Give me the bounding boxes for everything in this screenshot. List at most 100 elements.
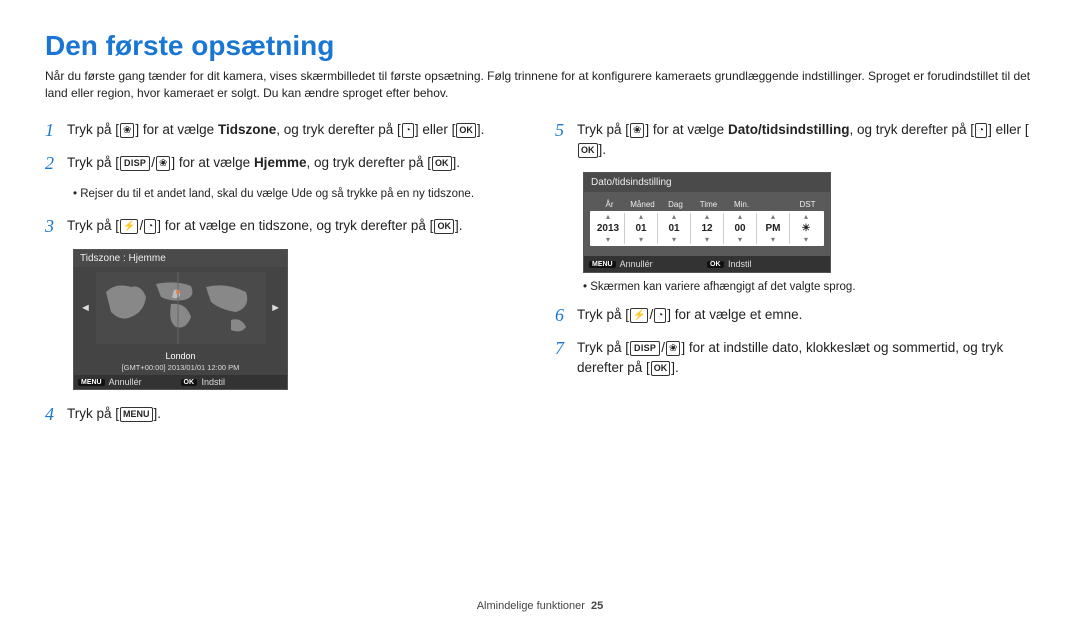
date-header: Dato/tidsindstilling xyxy=(584,173,830,192)
step-5: 5 Tryk på [❀] for at vælge Dato/tidsinds… xyxy=(555,120,1035,161)
spinner-hour[interactable]: ▴12▾ xyxy=(691,213,724,244)
step-2-bullet: Rejser du til et andet land, skal du væl… xyxy=(73,186,525,202)
ok-icon: OK xyxy=(651,361,671,376)
tz-gmt: [GMT+00:00] 2013/01/01 12:00 PM xyxy=(74,363,287,375)
left-column: 1 Tryk på [❀] for at vælge Tidszone, og … xyxy=(45,120,525,437)
step-5-note: Skærmen kan variere afhængigt af det val… xyxy=(583,281,1035,293)
step-number: 2 xyxy=(45,153,67,174)
step-number: 5 xyxy=(555,120,577,141)
page-footer: Almindelige funktioner 25 xyxy=(0,600,1080,612)
left-arrow-icon[interactable]: ◄ xyxy=(80,302,91,314)
footer-section: Almindelige funktioner xyxy=(477,600,585,612)
step-number: 3 xyxy=(45,216,67,237)
text: , og tryk derefter på [ xyxy=(306,155,431,170)
step-2: 2 Tryk på [DISP/❀] for at vælge Hjemme, … xyxy=(45,153,525,174)
spinner-day[interactable]: ▴01▾ xyxy=(658,213,691,244)
step-number: 4 xyxy=(45,404,67,425)
bold-word-datotid: Dato/tidsindstilling xyxy=(728,122,850,137)
spinner-month[interactable]: ▴01▾ xyxy=(625,213,658,244)
datetime-screenshot: Dato/tidsindstilling År Måned Dag Time M… xyxy=(583,172,831,273)
timer-icon: ◔ xyxy=(402,123,414,138)
spinner-minute[interactable]: ▴00▾ xyxy=(724,213,757,244)
spinner-ampm[interactable]: ▴PM▾ xyxy=(757,213,790,244)
timer-icon: ◔ xyxy=(975,123,987,138)
flash-icon: ⚡ xyxy=(630,308,648,323)
menu-badge-icon: MENU xyxy=(589,261,616,268)
right-column: 5 Tryk på [❀] for at vælge Dato/tidsinds… xyxy=(555,120,1035,437)
step-7: 7 Tryk på [DISP/❀] for at indstille dato… xyxy=(555,338,1035,379)
step-number: 6 xyxy=(555,305,577,326)
world-map-icon xyxy=(96,272,266,344)
cancel-label: Annullér xyxy=(109,377,142,387)
menu-badge-icon: MENU xyxy=(78,379,105,386)
page-title: Den første opsætning xyxy=(45,30,1035,62)
ok-icon: OK xyxy=(434,219,454,234)
disp-icon: DISP xyxy=(630,341,660,356)
step-3: 3 Tryk på [⚡/◔] for at vælge en tidszone… xyxy=(45,216,525,237)
intro-text: Når du første gang tænder for dit kamera… xyxy=(45,68,1035,102)
timer-icon: ◔ xyxy=(654,308,666,323)
spinner-dst[interactable]: ▴☀▾ xyxy=(790,213,822,244)
text: ] eller [ xyxy=(988,122,1029,137)
slash: / xyxy=(661,340,665,355)
col-dst: DST xyxy=(791,200,824,209)
slash: / xyxy=(649,307,653,322)
slash: / xyxy=(139,218,143,233)
text: ]. xyxy=(477,122,485,137)
bold-word-hjemme: Hjemme xyxy=(254,155,307,170)
ok-badge-icon: OK xyxy=(707,261,724,268)
col-time: Time xyxy=(692,200,725,209)
bold-word-tidszone: Tidszone xyxy=(218,122,276,137)
col-dag: Dag xyxy=(659,200,692,209)
col-min: Min. xyxy=(725,200,758,209)
map-area: ◄ ► xyxy=(74,267,287,349)
text: Tryk på [ xyxy=(67,406,119,421)
set-label: Indstil xyxy=(202,377,226,387)
step-1: 1 Tryk på [❀] for at vælge Tidszone, og … xyxy=(45,120,525,141)
timer-icon: ◔ xyxy=(144,219,156,234)
text: Tryk på [ xyxy=(577,122,629,137)
text: , og tryk derefter på [ xyxy=(849,122,974,137)
text: Tryk på [ xyxy=(577,340,629,355)
text: ]. xyxy=(671,360,679,375)
text: ]. xyxy=(453,155,461,170)
text: ]. xyxy=(599,142,607,157)
right-arrow-icon[interactable]: ► xyxy=(270,302,281,314)
timezone-screenshot: Tidszone : Hjemme ◄ ► London [GMT+00:00]… xyxy=(73,249,288,390)
text: Tryk på [ xyxy=(67,155,119,170)
text: ] for at vælge xyxy=(171,155,254,170)
set-label: Indstil xyxy=(728,259,752,269)
text: Tryk på [ xyxy=(577,307,629,322)
tz-header: Tidszone : Hjemme xyxy=(74,250,287,267)
menu-icon: MENU xyxy=(120,407,153,422)
footer-page: 25 xyxy=(591,600,603,612)
ok-icon: OK xyxy=(456,123,476,138)
cancel-label: Annullér xyxy=(620,259,653,269)
date-spinners: ▴2013▾ ▴01▾ ▴01▾ ▴12▾ ▴00▾ ▴PM▾ ▴☀▾ xyxy=(590,211,824,246)
text: , og tryk derefter på [ xyxy=(276,122,401,137)
text: Tryk på [ xyxy=(67,122,119,137)
spinner-year[interactable]: ▴2013▾ xyxy=(592,213,625,244)
col-empty xyxy=(758,200,791,209)
flower-icon: ❀ xyxy=(630,123,644,138)
col-maned: Måned xyxy=(626,200,659,209)
flower-icon: ❀ xyxy=(156,156,170,171)
col-ar: År xyxy=(593,200,626,209)
flash-icon: ⚡ xyxy=(120,219,138,234)
date-footer: MENU Annullér OK Indstil xyxy=(584,256,830,272)
flower-icon: ❀ xyxy=(666,341,680,356)
text: Tryk på [ xyxy=(67,218,119,233)
text: ]. xyxy=(154,406,162,421)
text: ] for at vælge en tidszone, og tryk dere… xyxy=(157,218,433,233)
step-number: 1 xyxy=(45,120,67,141)
slash: / xyxy=(151,155,155,170)
ok-icon: OK xyxy=(578,143,598,158)
text: ] for at vælge xyxy=(135,122,218,137)
ok-badge-icon: OK xyxy=(181,379,198,386)
tz-footer: MENU Annullér OK Indstil xyxy=(74,375,287,389)
text: ] eller [ xyxy=(415,122,456,137)
text: ]. xyxy=(455,218,463,233)
step-4: 4 Tryk på [MENU]. xyxy=(45,404,525,425)
disp-icon: DISP xyxy=(120,156,150,171)
step-number: 7 xyxy=(555,338,577,359)
